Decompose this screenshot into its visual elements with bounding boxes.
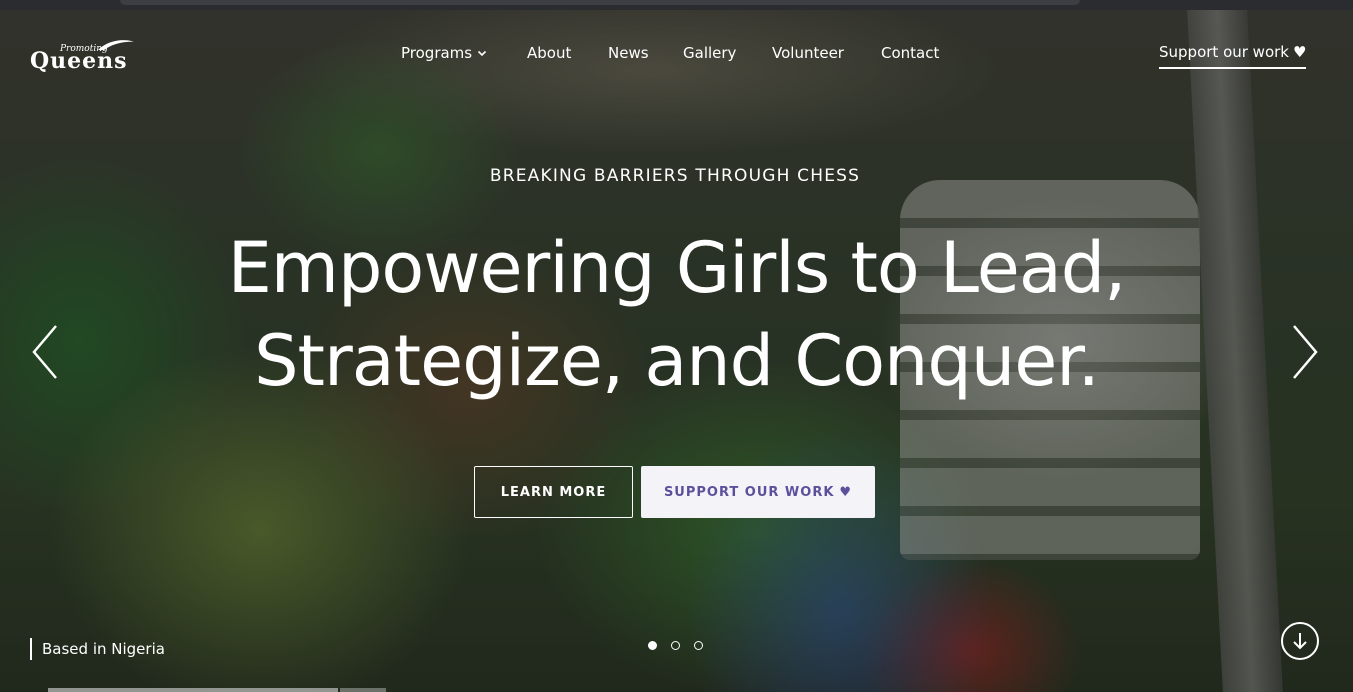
carousel-dot-2[interactable] (671, 641, 680, 650)
header-support-label: Support our work (1159, 43, 1289, 61)
scroll-down-button[interactable] (1281, 622, 1319, 660)
carousel-next-button[interactable] (1290, 322, 1320, 382)
browser-tab-shape (120, 0, 1080, 5)
header-support-link[interactable]: Support our work ♥ (1159, 43, 1307, 69)
nav-item-contact[interactable]: Contact (881, 43, 939, 63)
chevron-left-icon (32, 325, 57, 379)
hero-headline-line1: Empowering Girls to Lead, (227, 227, 1127, 309)
hero-eyebrow-text: BREAKING BARRIERS THROUGH CHESS (489, 166, 861, 186)
nav-item-news[interactable]: News (608, 43, 649, 63)
chevron-right-icon (1293, 325, 1318, 379)
heart-icon: ♥ (839, 484, 853, 500)
site-logo[interactable]: Promoting Queens (30, 38, 140, 74)
arrow-down-icon (1293, 633, 1307, 650)
hero-headline: Empowering Girls to Lead, Strategize, an… (0, 222, 1353, 408)
carousel-dot-3[interactable] (694, 641, 703, 650)
nav-item-label: Programs (401, 44, 473, 62)
hero-headline-line2: Strategize, and Conquer. (254, 320, 1100, 402)
support-our-work-button[interactable]: SUPPORT OUR WORK ♥ (641, 466, 875, 518)
support-button-label: SUPPORT OUR WORK (663, 484, 835, 500)
chevron-down-icon (478, 50, 487, 57)
browser-top-strip (0, 0, 1353, 10)
heart-icon: ♥ (1292, 43, 1307, 61)
carousel-dots (648, 641, 703, 650)
logo-wordmark: Queens (30, 48, 128, 74)
nav-item-programs[interactable]: Programs (401, 43, 488, 63)
hero-eyebrow: BREAKING BARRIERS THROUGH CHESS (0, 166, 1353, 186)
nav-item-about[interactable]: About (527, 43, 571, 63)
location-label: Based in Nigeria (30, 638, 165, 660)
carousel-dot-1[interactable] (648, 641, 657, 650)
carousel-prev-button[interactable] (30, 322, 60, 382)
learn-more-button[interactable]: LEARN MORE (474, 466, 633, 518)
bottom-edge-strip (340, 688, 386, 692)
bottom-edge-strip (48, 688, 338, 692)
nav-item-gallery[interactable]: Gallery (683, 43, 736, 63)
nav-item-volunteer[interactable]: Volunteer (772, 43, 844, 63)
